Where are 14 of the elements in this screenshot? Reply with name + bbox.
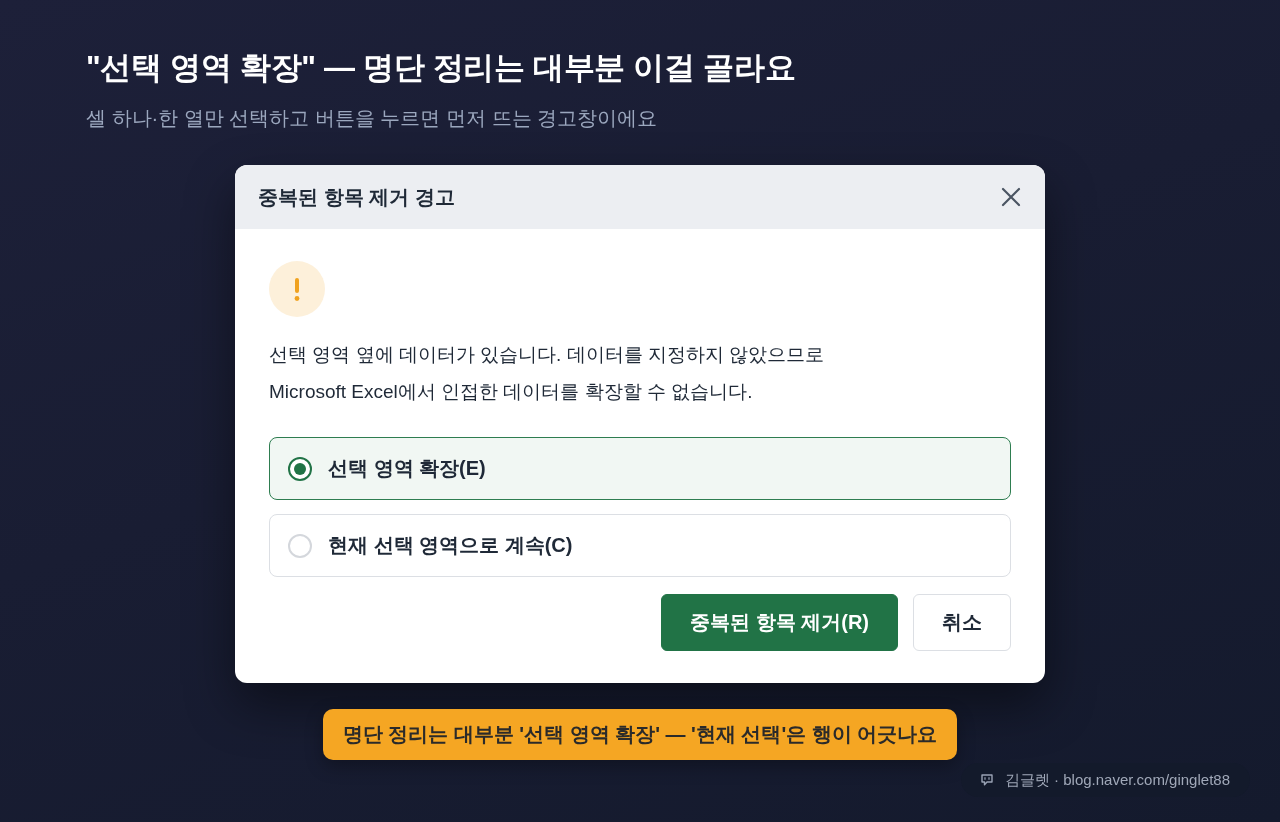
page-title: "선택 영역 확장" — 명단 정리는 대부분 이걸 골라요: [86, 49, 797, 87]
close-icon[interactable]: [1001, 187, 1021, 207]
radio-icon[interactable]: [288, 456, 312, 481]
tip-banner: 명단 정리는 대부분 '선택 영역 확장' — '현재 선택'은 행이 어긋나요: [322, 709, 958, 760]
exclamation-icon: [269, 261, 325, 317]
credit-text: 김글렛 · blog.naver.com/ginglet88: [1004, 770, 1230, 790]
radio-option[interactable]: 선택 영역 확장(E): [269, 437, 1011, 500]
speech-bubble-icon: [980, 774, 993, 786]
page-subtitle: 셀 하나·한 열만 선택하고 버튼을 누르면 먼저 뜨는 경고창이에요: [86, 106, 659, 131]
cancel-button[interactable]: 취소: [913, 594, 1011, 651]
warning-message: 선택 영역 옆에 데이터가 있습니다. 데이터를 지정하지 않았으므로 Microsoft Excel에서 인접한 데이터를 확장할 수 없습니다.: [269, 343, 826, 404]
radio-option[interactable]: 현재 선택 영역으로 계속(C): [269, 514, 1011, 577]
remove-duplicates-button[interactable]: 중복된 항목 제거(R): [661, 594, 898, 651]
dialog-title: 중복된 항목 제거 경고: [258, 184, 455, 210]
